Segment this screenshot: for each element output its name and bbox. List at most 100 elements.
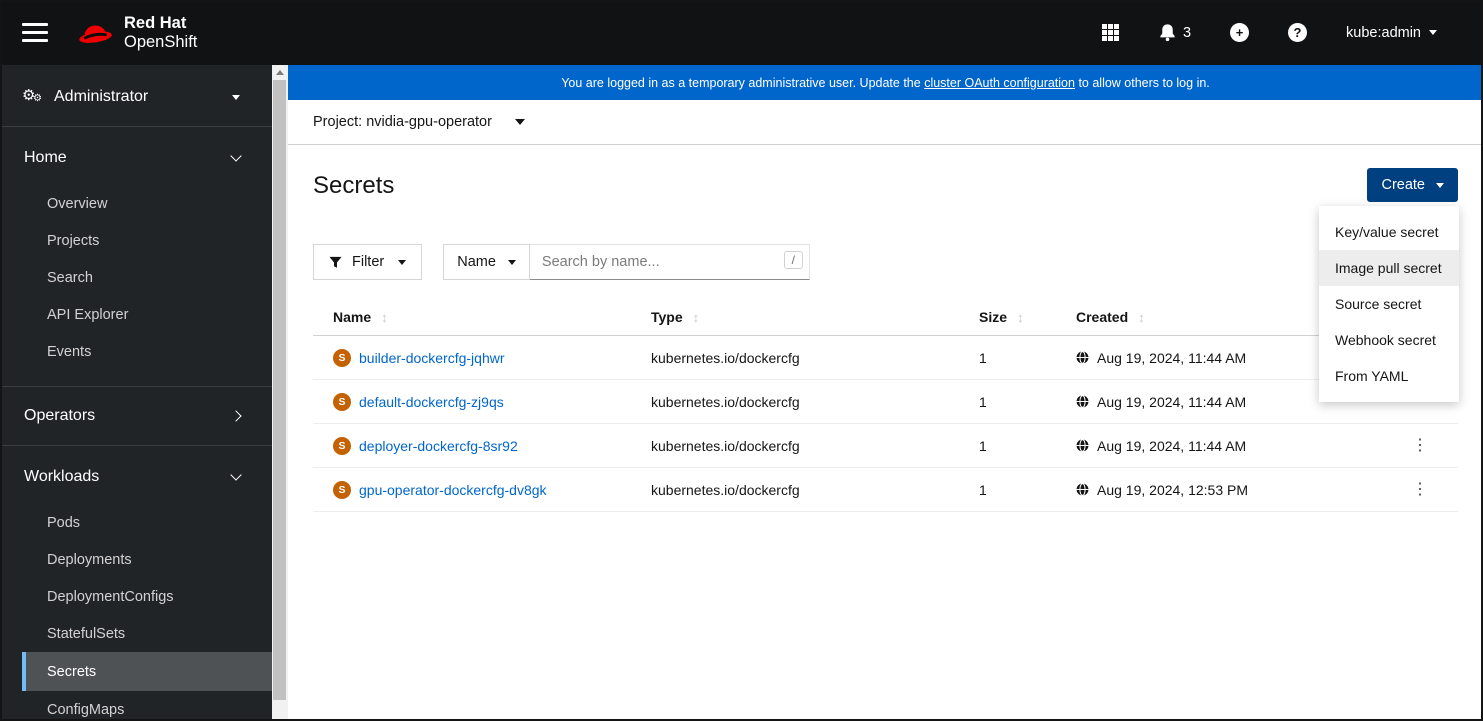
cogs-icon: ⚙ ⚙ [22,87,42,104]
notifications-button[interactable]: 3 [1158,23,1191,42]
sidebar-item-deployments[interactable]: Deployments [0,541,272,578]
sidebar-item-search[interactable]: Search [0,259,272,296]
chevron-down-icon [230,469,242,481]
filter-toolbar: Filter Name / [313,244,1458,280]
menu-item-key-value-secret[interactable]: Key/value secret [1319,214,1459,250]
table-row: Sbuilder-dockercfg-jqhwr kubernetes.io/d… [313,336,1458,380]
question-circle-icon: ? [1288,23,1308,42]
project-selector-bar: Project: nvidia-gpu-operator [288,100,1483,145]
table-row: Sdeployer-dockercfg-8sr92 kubernetes.io/… [313,424,1458,468]
menu-item-from-yaml[interactable]: From YAML [1319,358,1459,394]
search-shortcut-hint: / [783,251,803,269]
kebab-menu[interactable]: ⋮ [1406,481,1434,499]
section-label: Workloads [24,468,100,485]
sidebar-item-api-explorer[interactable]: API Explorer [0,296,272,333]
user-menu[interactable]: kube:admin [1346,25,1437,41]
sidebar-item-events[interactable]: Events [0,333,272,370]
chevron-right-icon [230,410,242,422]
sort-icon: ↕ [1138,309,1145,325]
app-launcher-button[interactable] [1102,24,1119,41]
cluster-oauth-configuration-link[interactable]: cluster OAuth configuration [924,76,1075,90]
scrollbar-thumb[interactable] [273,80,286,700]
brand-line1: Red Hat [124,13,187,32]
secret-size: 1 [979,481,987,498]
column-header-size[interactable]: Size ↕ [959,309,1056,325]
masthead: Red Hat OpenShift 3 + ? kube:admin [0,0,1483,65]
hamburger-menu-icon[interactable] [22,23,48,42]
secret-link[interactable]: deployer-dockercfg-8sr92 [359,438,518,454]
caret-down-icon [507,259,516,265]
secret-badge: S [333,436,351,455]
secret-created: Aug 19, 2024, 11:44 AM [1056,438,1396,454]
menu-item-image-pull-secret[interactable]: Image pull secret [1319,250,1459,286]
login-notice-banner: You are logged in as a temporary adminis… [288,65,1483,100]
project-label: Project: [313,114,363,130]
sidebar-nav: ⚙ ⚙ Administrator Home Overview Projects … [0,65,272,721]
redhat-openshift-logo: Red Hat OpenShift [75,14,197,52]
column-header-type[interactable]: Type ↕ [631,309,959,325]
masthead-toolbar: 3 + ? kube:admin [1102,23,1437,42]
secret-type: kubernetes.io/dockercfg [651,349,800,366]
caret-down-icon [232,94,240,100]
filter-funnel-icon [329,256,342,268]
plus-circle-icon: + [1230,23,1250,42]
sidebar-item-overview[interactable]: Overview [0,185,272,222]
secret-type: kubernetes.io/dockercfg [651,481,800,498]
secret-link[interactable]: default-dockercfg-zj9qs [359,394,504,410]
app-launcher-grid-icon [1102,24,1119,41]
help-button[interactable]: ? [1288,23,1308,42]
filter-dropdown-button[interactable]: Filter [313,244,423,280]
sidebar-item-pods[interactable]: Pods [0,504,272,541]
sort-icon: ↕ [381,309,388,325]
secret-type: kubernetes.io/dockercfg [651,437,800,454]
secrets-table: Name ↕ Type ↕ Size ↕ Created ↕ Sbuilder-dock… [313,299,1458,512]
sidebar-item-projects[interactable]: Projects [0,222,272,259]
search-attribute-dropdown[interactable]: Name [443,244,530,280]
create-button[interactable]: Create [1367,168,1458,202]
sidebar-section-home[interactable]: Home [0,127,272,179]
table-row: Sgpu-operator-dockercfg-dv8gk kubernetes… [313,468,1458,512]
section-label: Home [24,149,67,166]
brand-line2: OpenShift [124,32,198,51]
globe-icon [1076,351,1089,364]
caret-down-icon [1429,30,1437,35]
page-title: Secrets [313,172,395,199]
banner-text-after: to allow others to log in. [1074,75,1210,90]
create-dropdown-menu: Key/value secret Image pull secret Sourc… [1319,206,1459,402]
project-caret-down-icon[interactable] [514,119,525,125]
sidebar-section-workloads[interactable]: Workloads [0,446,272,498]
globe-icon [1076,439,1089,452]
redhat-fedora-icon [79,24,112,43]
kebab-menu[interactable]: ⋮ [1406,437,1434,455]
menu-item-source-secret[interactable]: Source secret [1319,286,1459,322]
menu-item-webhook-secret[interactable]: Webhook secret [1319,322,1459,358]
sidebar-item-configmaps[interactable]: ConfigMaps [0,691,272,721]
secret-size: 1 [979,437,987,454]
page-content: Secrets Create Key/value secret Image pu… [288,145,1483,721]
secret-size: 1 [979,349,987,366]
secret-size: 1 [979,393,987,410]
username: kube:admin [1346,24,1421,41]
secret-link[interactable]: gpu-operator-dockercfg-dv8gk [359,482,547,498]
sidebar-section-operators[interactable]: Operators [0,387,272,445]
main-area: You are logged in as a temporary adminis… [288,65,1483,721]
project-value: nvidia-gpu-operator [366,114,492,130]
scrollbar-up-button[interactable] [272,65,288,80]
secret-badge: S [333,348,351,367]
perspective-switcher[interactable]: ⚙ ⚙ Administrator [0,65,272,127]
table-row: Sdefault-dockercfg-zj9qs kubernetes.io/d… [313,380,1458,424]
secret-badge: S [333,392,351,411]
sort-icon: ↕ [1017,309,1024,325]
globe-icon [1076,395,1089,408]
search-input[interactable] [529,244,810,280]
sidebar-item-deploymentconfigs[interactable]: DeploymentConfigs [0,578,272,615]
sidebar-item-statefulsets[interactable]: StatefulSets [0,615,272,652]
caret-down-icon [1436,182,1444,188]
scroll-up-arrow-icon [276,70,284,75]
column-header-name[interactable]: Name ↕ [313,309,631,325]
sidebar-item-secrets[interactable]: Secrets [22,652,272,691]
banner-text-before: You are logged in as a temporary adminis… [561,75,925,90]
app-window: Red Hat OpenShift 3 + ? kube:admin ⚙ ⚙ A… [0,0,1483,721]
quick-create-button[interactable]: + [1230,23,1250,42]
secret-link[interactable]: builder-dockercfg-jqhwr [359,350,505,366]
